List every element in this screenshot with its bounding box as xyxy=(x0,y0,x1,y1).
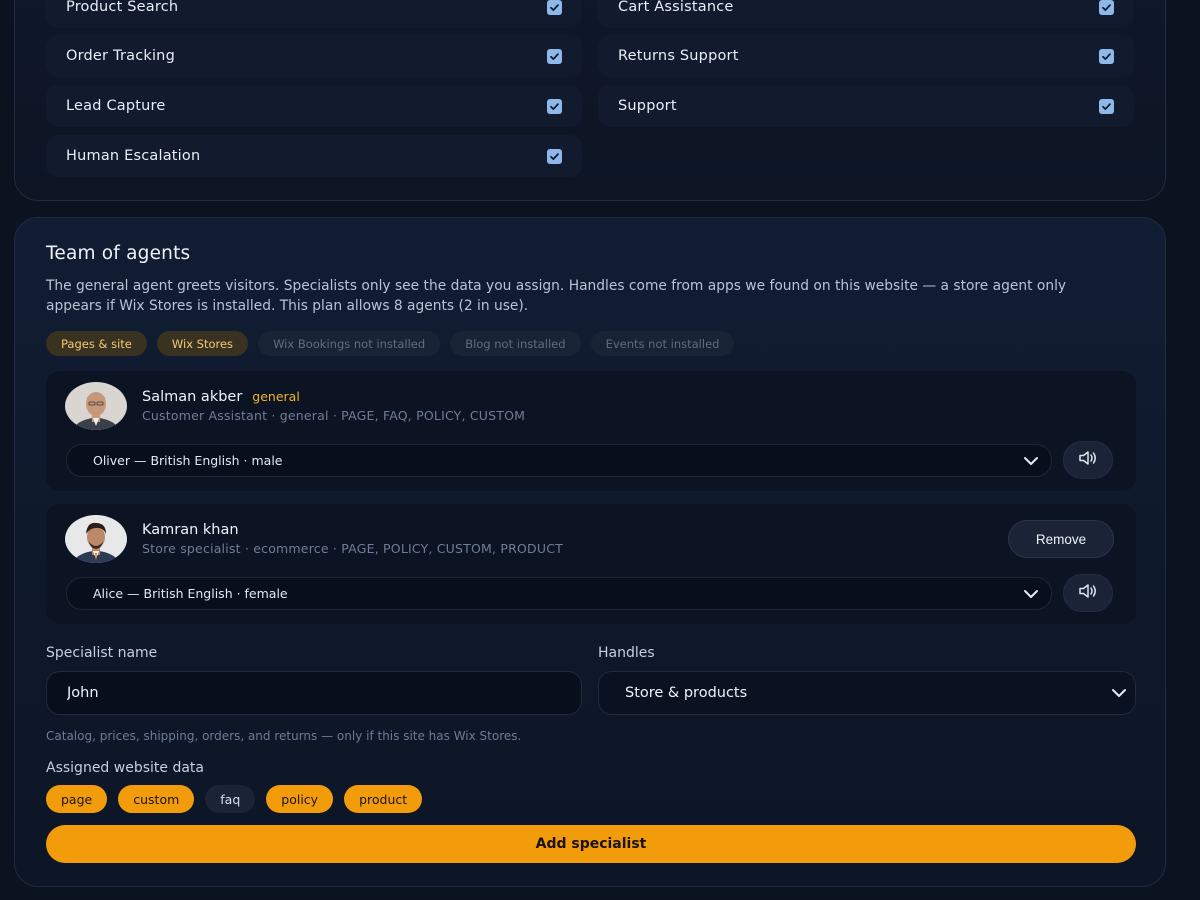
specialist-name-input[interactable] xyxy=(46,671,582,715)
data-chip-custom[interactable]: custom xyxy=(118,785,195,813)
capability-label: Order Tracking xyxy=(66,48,175,64)
agent-name: Kamran khan xyxy=(142,522,239,538)
checkbox-checked-icon[interactable] xyxy=(547,148,562,164)
checkbox-checked-icon[interactable] xyxy=(1099,0,1114,15)
chevron-down-icon xyxy=(1111,688,1127,698)
handles-hint: Catalog, prices, shipping, orders, and r… xyxy=(46,729,522,743)
capability-human-escalation[interactable]: Human Escalation xyxy=(46,135,582,177)
speaker-icon xyxy=(1078,583,1098,603)
source-chip-wix-stores: Wix Stores xyxy=(156,331,249,356)
capability-lead-capture[interactable]: Lead Capture xyxy=(46,85,582,127)
speaker-icon xyxy=(1078,450,1098,470)
handles-label: Handles xyxy=(598,645,655,661)
capability-label: Returns Support xyxy=(618,48,739,64)
capability-label: Human Escalation xyxy=(66,148,201,164)
capability-order-tracking[interactable]: Order Tracking xyxy=(46,35,582,77)
agent-card: Salman akber general Customer Assistant … xyxy=(46,371,1136,491)
chevron-down-icon xyxy=(1023,456,1039,466)
agent-card: Kamran khan Store specialist · ecommerce… xyxy=(46,504,1136,624)
source-chip-wix-bookings: Wix Bookings not installed xyxy=(258,331,441,356)
agent-role-badge: general xyxy=(252,389,300,404)
data-chip-faq[interactable]: faq xyxy=(205,785,256,813)
voice-select[interactable]: Oliver — British English · male xyxy=(66,444,1052,477)
remove-agent-button[interactable]: Remove xyxy=(1008,520,1114,558)
checkbox-checked-icon[interactable] xyxy=(547,0,562,15)
team-panel: Team of agents The general agent greets … xyxy=(14,217,1166,887)
assigned-data-chips: page custom faq policy product xyxy=(46,785,423,813)
data-chip-page[interactable]: page xyxy=(46,785,108,813)
preview-voice-button[interactable] xyxy=(1063,441,1113,479)
avatar xyxy=(65,382,127,430)
checkbox-checked-icon[interactable] xyxy=(547,98,562,114)
capability-cart-assistance[interactable]: Cart Assistance xyxy=(598,0,1134,28)
capabilities-panel: Product Search Cart Assistance Order Tra… xyxy=(14,0,1166,201)
voice-select-value: Oliver — British English · male xyxy=(93,453,283,468)
source-chip-events: Events not installed xyxy=(590,331,735,356)
capability-label: Support xyxy=(618,98,677,114)
handles-select-value: Store & products xyxy=(625,685,748,701)
data-source-chips: Pages & site Wix Stores Wix Bookings not… xyxy=(46,331,735,356)
avatar xyxy=(65,515,127,563)
specialist-name-label: Specialist name xyxy=(46,645,158,661)
checkbox-checked-icon[interactable] xyxy=(547,48,562,64)
voice-select[interactable]: Alice — British English · female xyxy=(66,577,1052,610)
handles-select[interactable]: Store & products xyxy=(598,671,1136,715)
capability-label: Cart Assistance xyxy=(618,0,734,15)
checkbox-checked-icon[interactable] xyxy=(1099,98,1114,114)
capability-label: Product Search xyxy=(66,0,179,15)
source-chip-blog: Blog not installed xyxy=(450,331,581,356)
source-chip-pages: Pages & site xyxy=(46,331,147,356)
chevron-down-icon xyxy=(1023,589,1039,599)
team-description: The general agent greets visitors. Speci… xyxy=(46,278,1067,314)
data-chip-policy[interactable]: policy xyxy=(266,785,334,813)
preview-voice-button[interactable] xyxy=(1063,574,1113,612)
voice-select-value: Alice — British English · female xyxy=(93,586,288,601)
data-chip-product[interactable]: product xyxy=(344,785,423,813)
capability-product-search[interactable]: Product Search xyxy=(46,0,582,28)
assigned-data-label: Assigned website data xyxy=(46,760,204,776)
team-title: Team of agents xyxy=(46,243,191,264)
checkbox-checked-icon[interactable] xyxy=(1099,48,1114,64)
capability-label: Lead Capture xyxy=(66,98,166,114)
agent-name: Salman akber xyxy=(142,389,243,405)
capability-support[interactable]: Support xyxy=(598,85,1134,127)
capability-returns-support[interactable]: Returns Support xyxy=(598,35,1134,77)
agent-meta: Customer Assistant · general · PAGE, FAQ… xyxy=(142,408,526,423)
agent-meta: Store specialist · ecommerce · PAGE, POL… xyxy=(142,541,563,556)
add-specialist-button[interactable]: Add specialist xyxy=(46,825,1136,863)
